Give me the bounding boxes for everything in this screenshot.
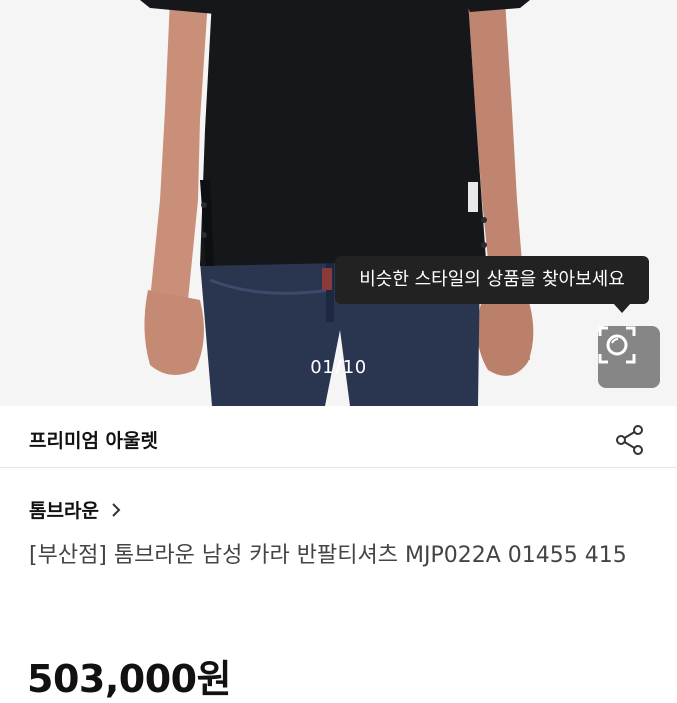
share-button[interactable]	[610, 420, 650, 460]
seller-name[interactable]: 프리미엄 아울렛	[29, 426, 158, 453]
gallery-separator: /	[335, 357, 342, 378]
tooltip-text: 비슷한 스타일의 상품을 찾아보세요	[359, 269, 625, 290]
gallery-total: 10	[342, 357, 367, 378]
lens-search-icon	[598, 326, 636, 364]
similar-style-tooltip[interactable]: 비슷한 스타일의 상품을 찾아보세요	[335, 256, 649, 313]
product-price: 503,000원	[27, 657, 232, 701]
share-icon	[616, 425, 643, 455]
seller-bar: 프리미엄 아울렛	[0, 406, 677, 468]
gallery-page-counter: 01/10	[0, 357, 677, 378]
lens-search-button[interactable]	[598, 326, 660, 388]
product-title: [부산점] 톰브라운 남성 카라 반팔티셔츠 MJP022A 01455 415	[29, 543, 627, 568]
brand-link[interactable]: 톰브라운	[29, 496, 121, 523]
product-photo	[0, 0, 677, 406]
gallery-current-index: 01	[310, 357, 335, 378]
product-image-gallery[interactable]: 01/10 비슷한 스타일의 상품을 찾아보세요	[0, 0, 677, 406]
chevron-right-icon	[111, 502, 121, 518]
brand-name: 톰브라운	[29, 500, 99, 522]
